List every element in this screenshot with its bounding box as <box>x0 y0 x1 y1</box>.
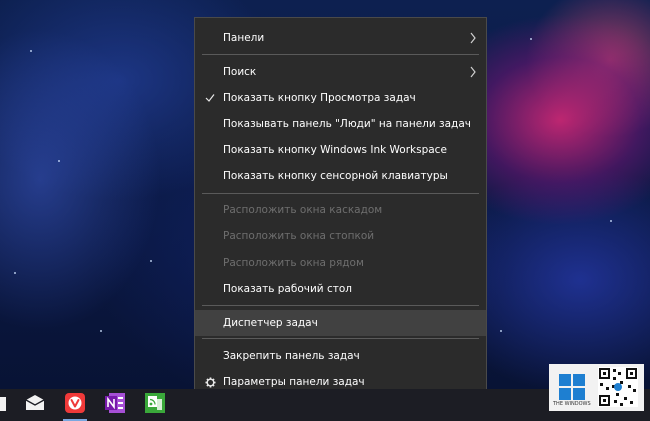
site-watermark: THE WINDOWS <box>549 364 644 411</box>
menu-item-show-windows-ink-button[interactable]: Показать кнопку Windows Ink Workspace <box>195 137 486 163</box>
feed-reader-icon[interactable] <box>145 393 165 413</box>
vivaldi-icon[interactable] <box>65 393 85 413</box>
menu-item-show-task-view-button[interactable]: Показать кнопку Просмотра задач <box>195 85 486 111</box>
menu-item-show-people-panel[interactable]: Показывать панель "Люди" на панели задач <box>195 111 486 137</box>
menu-item-label: Расположить окна стопкой <box>223 230 375 242</box>
menu-item-show-touch-keyboard-button[interactable]: Показать кнопку сенсорной клавиатуры <box>195 163 486 189</box>
menu-item-task-manager[interactable]: Диспетчер задач <box>195 310 486 336</box>
chevron-right-icon <box>470 32 476 44</box>
onenote-icon[interactable] <box>105 393 125 413</box>
star <box>30 50 32 52</box>
qr-code-icon <box>598 367 638 407</box>
menu-item-label: Параметры панели задач <box>223 376 365 388</box>
menu-item-search[interactable]: Поиск <box>195 59 486 85</box>
menu-separator <box>202 338 479 339</box>
menu-item-label: Показывать панель "Люди" на панели задач <box>223 118 471 130</box>
menu-item-label: Закрепить панель задач <box>223 350 360 362</box>
star <box>610 220 612 222</box>
watermark-text: THE WINDOWS <box>553 401 591 407</box>
star <box>150 260 152 262</box>
menu-item-label: Показать кнопку Просмотра задач <box>223 92 416 104</box>
menu-item-label: Панели <box>223 32 265 44</box>
chevron-right-icon <box>470 66 476 78</box>
menu-item-label: Расположить окна каскадом <box>223 204 383 216</box>
menu-separator <box>202 54 479 55</box>
menu-item-lock-taskbar[interactable]: Закрепить панель задач <box>195 343 486 369</box>
menu-item-label: Расположить окна рядом <box>223 257 364 269</box>
star <box>58 160 60 162</box>
menu-item-label: Диспетчер задач <box>223 317 318 329</box>
menu-separator <box>202 305 479 306</box>
star <box>100 330 102 332</box>
star <box>530 38 532 40</box>
star <box>500 330 502 332</box>
menu-item-show-desktop[interactable]: Показать рабочий стол <box>195 276 486 302</box>
star <box>14 272 16 274</box>
menu-item-label: Показать рабочий стол <box>223 283 352 295</box>
menu-item-panels[interactable]: Панели <box>195 25 486 51</box>
taskbar-context-menu: Панели Поиск Показать кнопку Просмотра з… <box>194 17 487 403</box>
menu-item-stack-windows: Расположить окна стопкой <box>195 223 486 249</box>
app-icon-partial[interactable] <box>0 397 6 411</box>
menu-item-cascade-windows: Расположить окна каскадом <box>195 197 486 223</box>
menu-item-label: Показать кнопку Windows Ink Workspace <box>223 144 447 156</box>
windows-logo-icon <box>559 374 585 400</box>
checkmark-icon <box>203 85 217 111</box>
menu-item-side-by-side-windows: Расположить окна рядом <box>195 250 486 276</box>
mail-icon[interactable] <box>25 393 45 413</box>
menu-item-label: Поиск <box>223 66 257 78</box>
menu-separator <box>202 193 479 194</box>
menu-item-label: Показать кнопку сенсорной клавиатуры <box>223 170 448 182</box>
